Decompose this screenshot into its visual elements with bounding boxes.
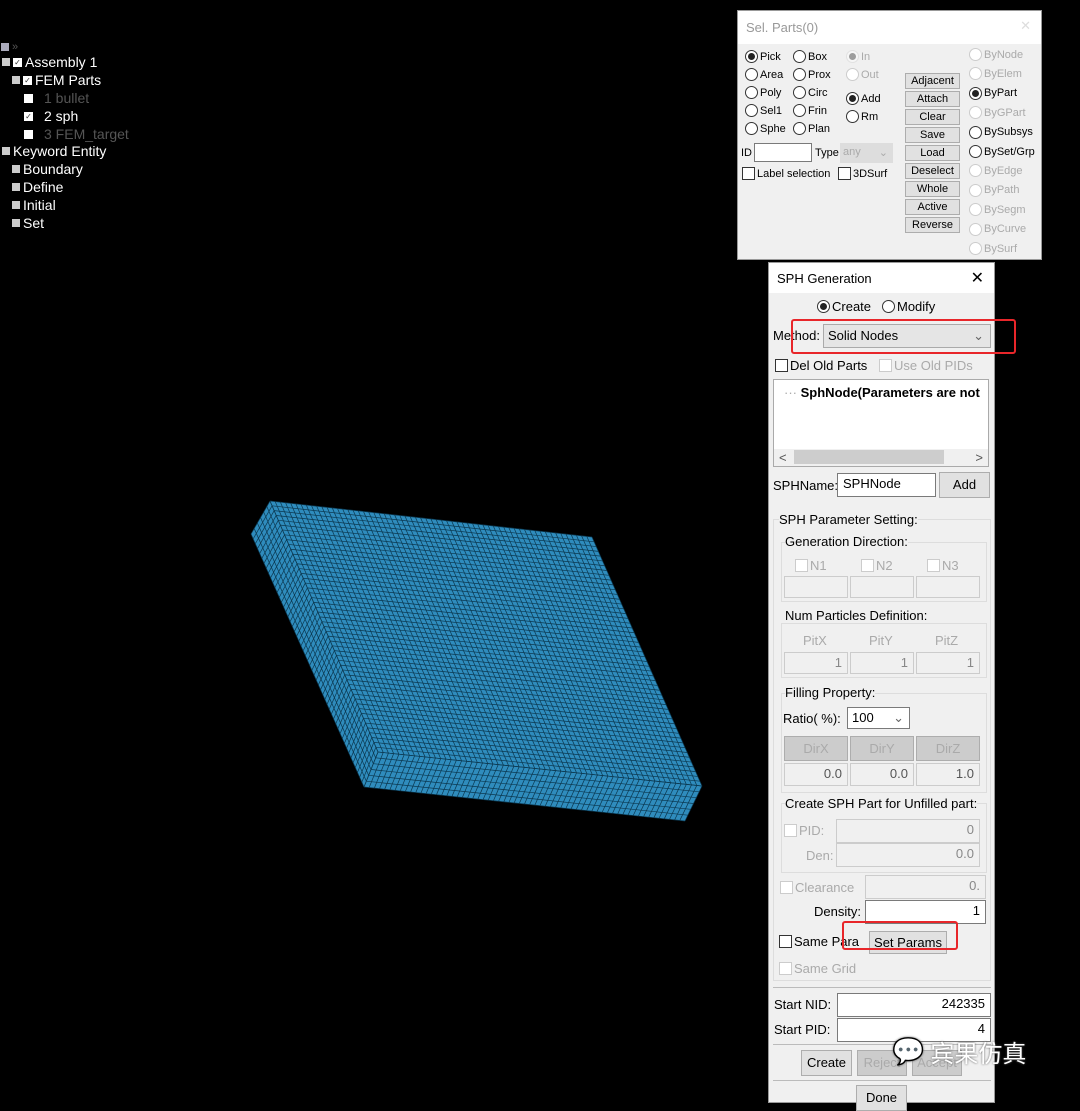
sph-part-mesh [250, 500, 703, 822]
close-icon[interactable]: ✕ [1020, 18, 1031, 34]
label-selection-checkbox[interactable] [742, 167, 755, 180]
radio-in[interactable]: In [861, 51, 870, 63]
radio-sphe[interactable]: Sphe [760, 123, 786, 135]
radio-add[interactable]: Add [861, 93, 881, 105]
dirx-button[interactable]: DirX [784, 736, 848, 761]
radio-rm[interactable]: Rm [861, 111, 878, 123]
radio-pick[interactable]: Pick [760, 51, 781, 63]
label-selection-label: Label selection [757, 167, 831, 180]
radio-byset-grp[interactable]: BySet/Grp [984, 146, 1035, 158]
radio-poly[interactable]: Poly [760, 87, 781, 99]
close-icon[interactable]: ✕ [971, 268, 984, 288]
attach-button[interactable]: Attach [905, 91, 960, 107]
radio-bygpart[interactable]: ByGPart [984, 107, 1026, 119]
sel-parts-title: Sel. Parts(0) [746, 20, 819, 35]
radio-plan[interactable]: Plan [808, 123, 830, 135]
dirx-input[interactable]: 0.0 [784, 763, 848, 786]
radio-prox[interactable]: Prox [808, 69, 831, 81]
sel-parts-dialog: Sel. Parts(0) ✕ Pick Box Area Prox Poly Circ S… [737, 10, 1042, 260]
3dsurf-checkbox[interactable] [838, 167, 851, 180]
n3-checkbox[interactable] [927, 559, 940, 572]
create-button[interactable]: Create [801, 1050, 852, 1076]
radio-modify[interactable]: Modify [897, 299, 935, 314]
radio-frin[interactable]: Frin [808, 105, 827, 117]
pitz-input[interactable]: 1 [916, 652, 980, 674]
use-old-pids-checkbox[interactable] [879, 359, 892, 372]
highlight-method [791, 319, 1016, 354]
sphname-input[interactable]: SPHNode [837, 473, 936, 497]
n2-checkbox[interactable] [861, 559, 874, 572]
n1-input[interactable] [784, 576, 848, 598]
radio-out[interactable]: Out [861, 69, 879, 81]
whole-button[interactable]: Whole [905, 181, 960, 197]
pitx-input[interactable]: 1 [784, 652, 848, 674]
start-nid-input[interactable]: 242335 [837, 993, 991, 1017]
radio-create[interactable]: Create [832, 299, 871, 314]
radio-bysubsys[interactable]: BySubsys [984, 126, 1033, 138]
radio-bysurf[interactable]: BySurf [984, 243, 1017, 255]
add-button[interactable]: Add [939, 472, 990, 498]
type-select[interactable]: any ⌄ [840, 143, 893, 163]
active-button[interactable]: Active [905, 199, 960, 215]
del-old-parts-checkbox[interactable] [775, 359, 788, 372]
n1-checkbox[interactable] [795, 559, 808, 572]
param-setting-label: SPH Parameter Setting: [779, 512, 918, 527]
3dsurf-label: 3DSurf [853, 167, 888, 180]
same-para-checkbox[interactable] [779, 935, 792, 948]
radio-byedge[interactable]: ByEdge [984, 165, 1023, 177]
radio-bysegm[interactable]: BySegm [984, 204, 1026, 216]
dirz-button[interactable]: DirZ [916, 736, 980, 761]
highlight-set-params [842, 921, 958, 950]
list-item[interactable]: ··· SphNode(Parameters are not [784, 385, 980, 400]
n3-input[interactable] [916, 576, 980, 598]
done-button[interactable]: Done [856, 1085, 907, 1111]
deselect-button[interactable]: Deselect [905, 163, 960, 179]
pid-input[interactable]: 0 [836, 819, 980, 843]
sph-list[interactable]: ··· SphNode(Parameters are not < > [773, 379, 989, 467]
pid-checkbox[interactable] [784, 824, 797, 837]
dirz-input[interactable]: 1.0 [916, 763, 980, 786]
radio-sel1[interactable]: Sel1 [760, 105, 782, 117]
clearance-checkbox[interactable] [780, 881, 793, 894]
pity-input[interactable]: 1 [850, 652, 914, 674]
radio-circ[interactable]: Circ [808, 87, 828, 99]
radio-byelem[interactable]: ByElem [984, 68, 1022, 80]
sph-generation-dialog: SPH Generation ✕ Create Modify Method: S… [768, 262, 995, 1111]
wechat-icon: 💬 [892, 1036, 925, 1067]
adjacent-button[interactable]: Adjacent [905, 73, 960, 89]
id-label: ID [741, 147, 752, 159]
horizontal-scrollbar[interactable]: < > [774, 449, 988, 466]
clearance-input[interactable]: 0. [865, 875, 986, 899]
radio-bypart[interactable]: ByPart [984, 87, 1017, 99]
load-button[interactable]: Load [905, 145, 960, 161]
id-input[interactable] [754, 143, 812, 162]
sph-title: SPH Generation [777, 271, 872, 286]
ratio-select[interactable]: 100 ⌄ [847, 707, 910, 729]
radio-bypath[interactable]: ByPath [984, 184, 1019, 196]
type-label: Type [815, 147, 839, 159]
reverse-button[interactable]: Reverse [905, 217, 960, 233]
diry-button[interactable]: DirY [850, 736, 914, 761]
radio-box[interactable]: Box [808, 51, 827, 63]
n2-input[interactable] [850, 576, 914, 598]
save-button[interactable]: Save [905, 127, 960, 143]
watermark: 💬 宾果仿真 [892, 1036, 1027, 1069]
radio-area[interactable]: Area [760, 69, 783, 81]
den-input[interactable]: 0.0 [836, 843, 980, 867]
sphname-label: SPHName: [773, 478, 839, 493]
diry-input[interactable]: 0.0 [850, 763, 914, 786]
same-grid-checkbox[interactable] [779, 962, 792, 975]
clear-button[interactable]: Clear [905, 109, 960, 125]
radio-bycurve[interactable]: ByCurve [984, 223, 1026, 235]
radio-bynode[interactable]: ByNode [984, 49, 1023, 61]
sel-parts-titlebar: Sel. Parts(0) ✕ [738, 11, 1041, 44]
